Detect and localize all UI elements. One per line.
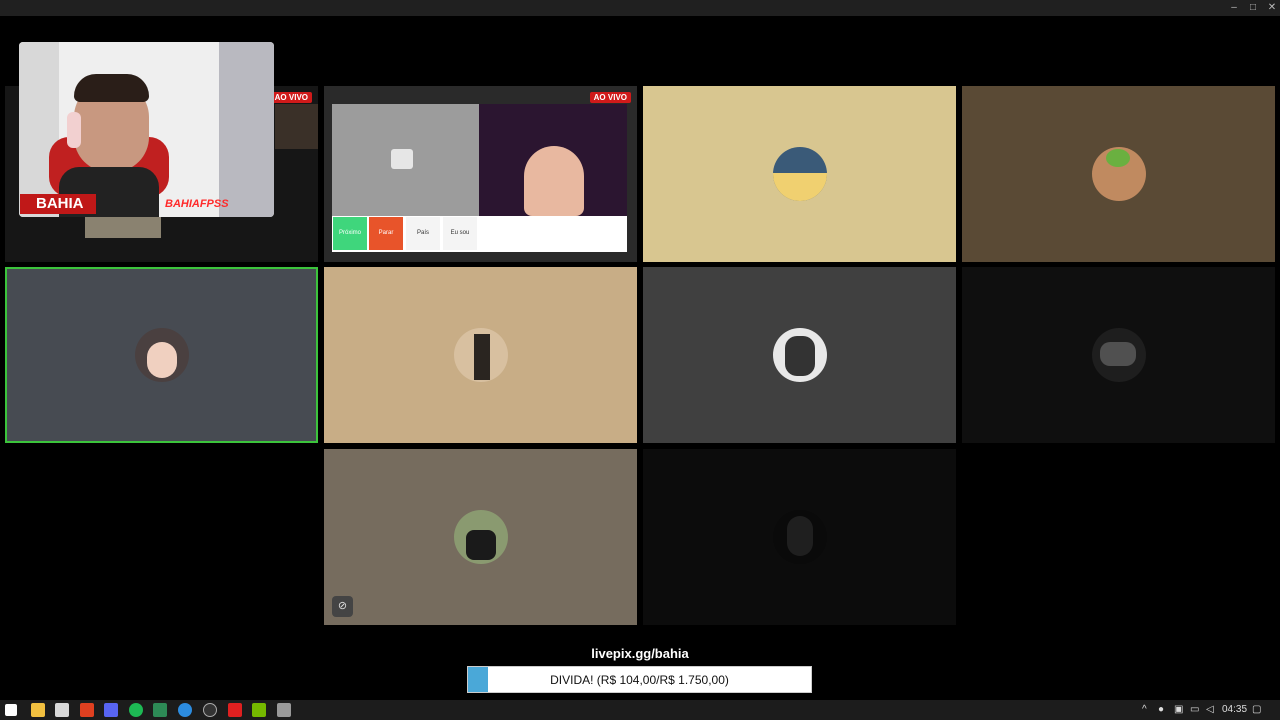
participant-avatar: [1091, 147, 1146, 201]
screen-button-country: País: [406, 217, 440, 250]
video-tile-participant-7[interactable]: [643, 267, 956, 443]
video-camera-icon: [391, 149, 413, 169]
live-badge: AO VIVO: [589, 92, 631, 103]
maximize-icon[interactable]: □: [1245, 1, 1261, 15]
youtube-icon[interactable]: [228, 703, 242, 717]
streamer-tag-fps: BAHIAFPSS: [165, 198, 229, 210]
app-icon[interactable]: [153, 703, 167, 717]
participant-avatar: [453, 510, 508, 564]
discord-icon[interactable]: [104, 703, 118, 717]
volume-icon[interactable]: ◁: [1206, 702, 1214, 718]
headset-icon: [67, 112, 81, 148]
app-icon[interactable]: [277, 703, 291, 717]
participant-avatar: [772, 328, 827, 382]
display-icon[interactable]: ▭: [1190, 702, 1199, 718]
participant-avatar: [772, 510, 827, 564]
store-icon[interactable]: [55, 703, 69, 717]
window-titlebar: – □ ✕: [0, 0, 1280, 16]
video-tile-participant-4[interactable]: [962, 86, 1275, 262]
video-tile-participant-10[interactable]: [643, 449, 956, 625]
video-tile-screenshare[interactable]: Próximo Parar País Eu sou AO VIVO: [324, 86, 637, 262]
network-icon[interactable]: ▣: [1174, 702, 1183, 718]
edge-icon[interactable]: [178, 703, 192, 717]
streamer-tag: BAHIA: [20, 194, 96, 214]
brave-icon[interactable]: [80, 703, 94, 717]
screen-button-iam: Eu sou: [443, 217, 477, 250]
video-tile-participant-3[interactable]: [643, 86, 956, 262]
participant-avatar: [772, 147, 827, 201]
donation-goal-text: DIVIDA! (R$ 104,00/R$ 1.750,00): [550, 673, 729, 687]
screen-button-stop: Parar: [369, 217, 403, 250]
participant-avatar: [134, 328, 189, 382]
participant-avatar: [453, 328, 508, 382]
participant-avatar: [1091, 328, 1146, 382]
donation-goal-bar: DIVIDA! (R$ 104,00/R$ 1.750,00): [467, 666, 812, 693]
live-badge: AO VIVO: [270, 92, 312, 103]
file-explorer-icon[interactable]: [31, 703, 45, 717]
video-tile-participant-8[interactable]: [962, 267, 1275, 443]
minimize-icon[interactable]: –: [1226, 1, 1242, 15]
taskbar: ^ ● ▣ ▭ ◁ 04:35 ▢: [0, 700, 1280, 720]
microphone-icon[interactable]: ●: [1158, 702, 1164, 718]
clock[interactable]: 04:35: [1222, 702, 1247, 718]
video-tile-participant-6[interactable]: [324, 267, 637, 443]
notification-icon[interactable]: ▢: [1252, 702, 1261, 718]
spotify-icon[interactable]: [129, 703, 143, 717]
obs-icon[interactable]: [203, 703, 217, 717]
windows-start-icon[interactable]: [5, 704, 17, 716]
chevron-up-icon[interactable]: ^: [1142, 702, 1147, 718]
donation-url: livepix.gg/bahia: [591, 646, 689, 661]
nvidia-icon[interactable]: [252, 703, 266, 717]
video-tile-participant-5-speaking[interactable]: [5, 267, 318, 443]
participant-face: [524, 146, 584, 216]
streamer-webcam: [19, 42, 274, 217]
muted-mic-icon: ⊘: [332, 596, 353, 617]
video-tile-participant-9[interactable]: ⊘: [324, 449, 637, 625]
close-icon[interactable]: ✕: [1264, 1, 1280, 15]
screen-button-next: Próximo: [333, 217, 367, 250]
